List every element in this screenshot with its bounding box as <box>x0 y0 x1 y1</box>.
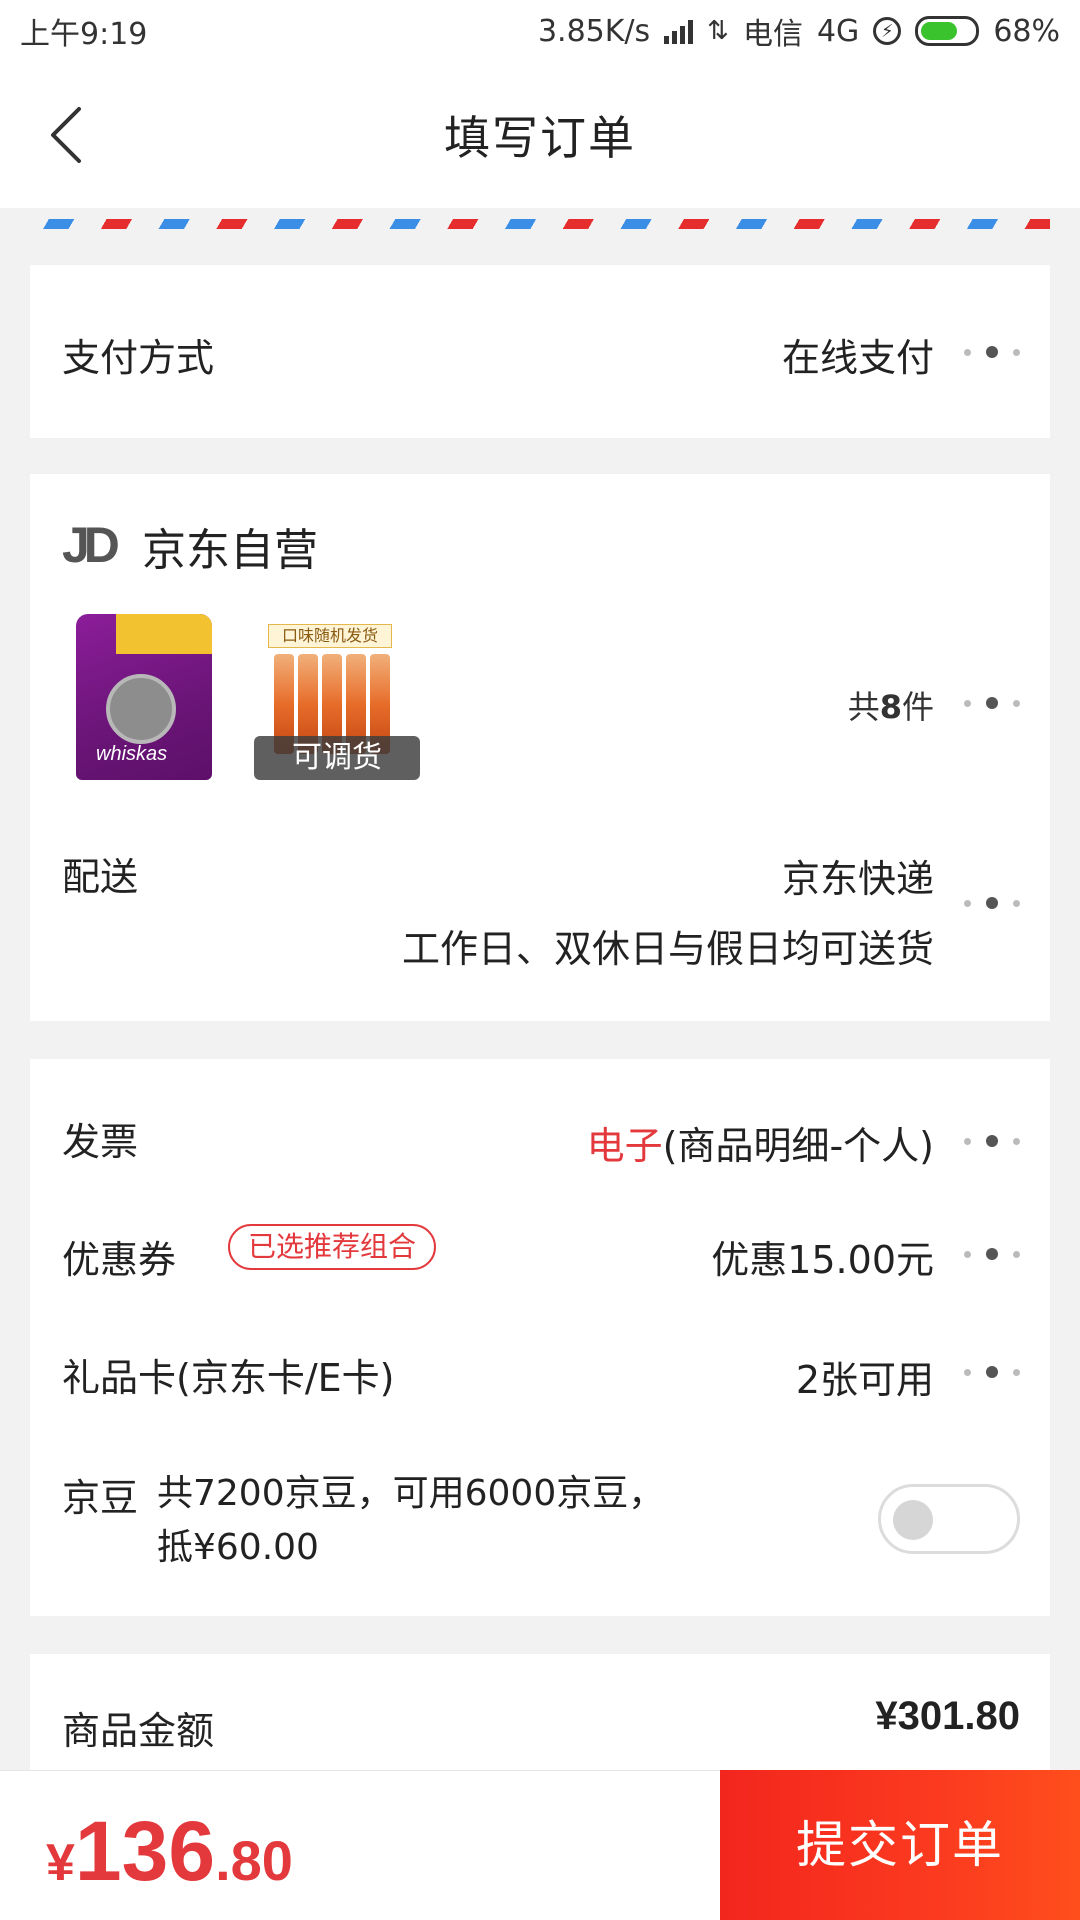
payment-value: 在线支付 <box>781 336 934 380</box>
delivery-carrier: 京东快递 <box>781 857 934 901</box>
payment-method-row[interactable]: 支付方式 在线支付 <box>30 265 1050 438</box>
item-count: 8 <box>879 688 902 726</box>
battery-percent: 68% <box>993 13 1060 49</box>
total-price: ¥136.80 <box>46 1803 293 1900</box>
goods-amount-value: ¥301.80 <box>875 1694 1020 1738</box>
network-speed: 3.85K/s <box>537 13 651 49</box>
status-bar: 上午9:19 3.85K/s ⇅ 电信 4G ⚡ 68% <box>0 0 1080 62</box>
jd-logo: JD <box>62 517 120 573</box>
shop-name: 京东自营 <box>142 525 318 576</box>
payment-label: 支付方式 <box>62 336 215 380</box>
network-type: 4G <box>816 13 860 49</box>
shop-section: JD 京东自营 whiskas 口味随机发货 可调货 共8件 配送 京东快递 工… <box>30 474 1050 1021</box>
invoice-label: 发票 <box>62 1120 139 1164</box>
gift-card-label: 礼品卡(京东卡/E卡) <box>62 1356 395 1400</box>
navigation-bar: 填写订单 <box>0 62 1080 208</box>
product-tag: 口味随机发货 <box>268 624 392 648</box>
item-count-row[interactable]: 共8件 <box>848 682 934 728</box>
currency-symbol: ¥ <box>46 1834 75 1892</box>
jingdou-toggle[interactable] <box>878 1484 1020 1554</box>
signal-icon <box>664 18 694 44</box>
delivery-row[interactable]: 京东快递 工作日、双休日与假日均可送货 <box>402 844 934 984</box>
jingdou-label: 京豆 <box>62 1476 139 1520</box>
status-indicators: 3.85K/s ⇅ 电信 4G ⚡ 68% <box>538 9 1060 53</box>
total-price-int: 136 <box>74 1804 216 1898</box>
item-count-prefix: 共 <box>847 688 880 726</box>
item-count-suffix: 件 <box>901 688 934 726</box>
carrier-name: 电信 <box>742 17 803 52</box>
gift-card-value[interactable]: 2张可用 <box>796 1349 934 1404</box>
more-icon <box>964 696 1020 710</box>
order-options-section: 发票 电子(商品明细-个人) 优惠券 已选推荐组合 优惠15.00元 礼品卡(京… <box>30 1059 1050 1616</box>
jingdou-desc-line2: 抵¥60.00 <box>157 1527 319 1568</box>
battery-icon <box>915 16 980 46</box>
more-icon <box>964 896 1020 910</box>
delivery-schedule: 工作日、双休日与假日均可送货 <box>401 927 934 971</box>
goods-amount-label: 商品金额 <box>62 1709 215 1753</box>
more-icon <box>964 1247 1020 1261</box>
toggle-knob <box>893 1500 933 1540</box>
address-divider-stripe <box>30 219 1050 229</box>
status-time: 上午9:19 <box>20 17 148 52</box>
jingdou-desc-line1: 共7200京豆，可用6000京豆， <box>157 1473 665 1514</box>
product-thumbnail[interactable]: 口味随机发货 可调货 <box>254 614 450 780</box>
more-icon <box>964 1134 1020 1148</box>
cat-food-image: whiskas <box>76 614 212 780</box>
transfer-badge: 可调货 <box>254 736 420 780</box>
product-thumbnail[interactable]: whiskas <box>76 614 212 780</box>
more-icon <box>964 1365 1020 1379</box>
jingdou-description: 共7200京豆，可用6000京豆， 抵¥60.00 <box>157 1467 664 1575</box>
delivery-label: 配送 <box>62 855 139 899</box>
coupon-label: 优惠券 <box>62 1238 177 1282</box>
charging-icon: ⚡ <box>873 17 902 45</box>
invoice-type-highlight: 电子 <box>586 1124 663 1168</box>
page-title: 填写订单 <box>444 111 636 165</box>
invoice-row[interactable]: 电子(商品明细-个人) <box>587 1115 934 1170</box>
total-price-dec: .80 <box>215 1829 293 1892</box>
coupon-value[interactable]: 优惠15.00元 <box>711 1229 934 1284</box>
coupon-tag: 已选推荐组合 <box>228 1224 437 1270</box>
data-transfer-icon: ⇅ <box>707 16 729 46</box>
more-icon <box>964 345 1020 359</box>
invoice-type-detail: (商品明细-个人) <box>662 1124 934 1168</box>
amount-section: 商品金额 ¥301.80 <box>30 1654 1050 1770</box>
submit-order-button[interactable]: 提交订单 <box>720 1770 1080 1920</box>
